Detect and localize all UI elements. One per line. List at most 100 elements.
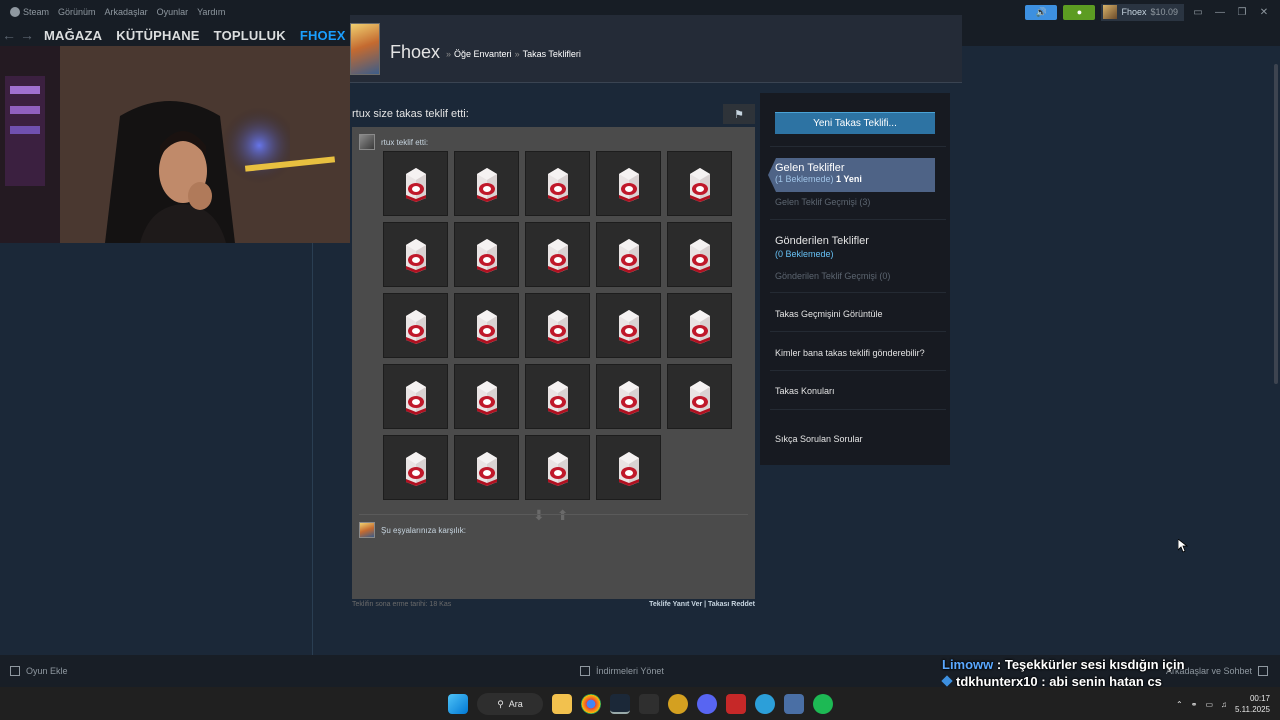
divider — [770, 370, 946, 371]
breadcrumb-inventory[interactable]: Öğe Envanteri — [454, 49, 512, 59]
manage-downloads-label: İndirmeleri Yönet — [596, 666, 664, 676]
windows-start-icon[interactable] — [448, 694, 468, 714]
app-icon[interactable] — [668, 694, 688, 714]
trade-item[interactable] — [596, 293, 661, 358]
spotify-icon[interactable] — [813, 694, 833, 714]
trade-item[interactable] — [525, 151, 590, 216]
trade-item[interactable] — [525, 435, 590, 500]
steam-icon[interactable] — [610, 694, 630, 714]
who-can-send-link[interactable]: Kimler bana takas teklifi gönderebilir? — [775, 348, 925, 358]
incoming-history-link[interactable]: Gelen Teklif Geçmişi (3) — [775, 197, 870, 207]
trade-item[interactable] — [596, 222, 661, 287]
announcement-button[interactable]: 🔊 — [1025, 4, 1058, 20]
offer-actions[interactable]: Teklife Yanıt Ver | Takası Reddet — [649, 601, 755, 608]
chrome-icon[interactable] — [581, 694, 601, 714]
add-game-button[interactable]: Oyun Ekle — [10, 666, 68, 676]
incoming-offers-tab[interactable]: Gelen Teklifler (1 Beklemede) 1 Yeni — [768, 158, 935, 192]
app-icon[interactable] — [726, 694, 746, 714]
trade-item[interactable] — [454, 364, 519, 429]
nav-store[interactable]: MAĞAZA — [44, 28, 102, 43]
trade-item[interactable] — [596, 151, 661, 216]
trade-item[interactable] — [454, 222, 519, 287]
volume-icon[interactable]: ♫ — [1221, 700, 1227, 709]
profile-avatar[interactable] — [350, 23, 380, 75]
epic-games-icon[interactable] — [639, 694, 659, 714]
trade-offer-box: rtux teklif etti: ⬇ ⬆ Şu eşyalarınıza ka… — [352, 127, 755, 599]
trade-item[interactable] — [596, 364, 661, 429]
taskbar-search[interactable]: ⚲ Ara — [477, 693, 543, 715]
case-item-icon — [689, 380, 710, 415]
download-icon — [580, 666, 590, 676]
profile-name[interactable]: Fhoex — [390, 42, 440, 63]
offer-expiry: Teklifin sona erme tarihi: 18 Kas — [352, 601, 452, 608]
nav-profile[interactable]: FHOEX — [300, 28, 346, 43]
report-button[interactable]: ⚑ — [723, 104, 755, 124]
microphone-icon[interactable]: ⚭ — [1191, 700, 1198, 709]
offerer-avatar[interactable] — [359, 134, 375, 150]
clock[interactable]: 00:17 5.11.2025 — [1235, 693, 1270, 715]
trade-item[interactable] — [454, 151, 519, 216]
maximize-icon[interactable]: ❐ — [1234, 7, 1250, 18]
case-item-icon — [618, 309, 639, 344]
nav-library[interactable]: KÜTÜPHANE — [116, 28, 199, 43]
trade-item[interactable] — [383, 151, 448, 216]
steam-menu[interactable]: Steam — [10, 7, 49, 18]
case-item-icon — [547, 309, 568, 344]
account-menu[interactable]: Fhoex $10.09 — [1101, 3, 1184, 21]
trade-item[interactable] — [383, 435, 448, 500]
big-picture-icon[interactable]: ▭ — [1190, 7, 1206, 18]
faq-link[interactable]: Sıkça Sorulan Sorular — [775, 434, 863, 444]
nav-community[interactable]: TOPLULUK — [214, 28, 286, 43]
incoming-pending: (1 Beklemede) — [775, 174, 834, 184]
chevron-up-icon[interactable]: ⌃ — [1176, 700, 1183, 709]
minimize-icon[interactable]: — — [1212, 7, 1228, 18]
games-menu[interactable]: Oyunlar — [157, 7, 189, 17]
trade-item[interactable] — [454, 293, 519, 358]
help-menu[interactable]: Yardım — [197, 7, 225, 17]
scrollbar[interactable] — [1274, 64, 1278, 384]
arrow-down-icon: ⬇ — [533, 507, 545, 523]
trade-item[interactable] — [525, 364, 590, 429]
trade-item[interactable] — [667, 222, 732, 287]
bell-icon: ● — [1076, 7, 1083, 17]
breadcrumb-trade-offers[interactable]: Takas Teklifleri — [523, 49, 581, 59]
offer-footer: Teklifin sona erme tarihi: 18 Kas Teklif… — [352, 601, 755, 611]
trade-topics-link[interactable]: Takas Konuları — [775, 386, 835, 396]
trade-item[interactable] — [525, 222, 590, 287]
view-trade-history-link[interactable]: Takas Geçmişini Görüntüle — [775, 309, 883, 319]
notifications-button[interactable]: ● — [1063, 4, 1096, 20]
chat-username: Limoww — [942, 657, 994, 672]
trade-item[interactable] — [454, 435, 519, 500]
case-item-icon — [547, 167, 568, 202]
webcam-overlay — [0, 46, 350, 243]
sent-offers-title[interactable]: Gönderilen Teklifler — [775, 235, 869, 247]
divider — [770, 219, 946, 220]
file-explorer-icon[interactable] — [552, 694, 572, 714]
friends-menu[interactable]: Arkadaşlar — [105, 7, 148, 17]
close-icon[interactable]: ✕ — [1256, 7, 1272, 18]
trade-item[interactable] — [383, 364, 448, 429]
forward-arrow-icon[interactable]: → — [18, 27, 36, 43]
case-item-icon — [618, 238, 639, 273]
discord-icon[interactable] — [697, 694, 717, 714]
sent-history-link[interactable]: Gönderilen Teklif Geçmişi (0) — [775, 271, 890, 281]
back-arrow-icon[interactable]: ← — [0, 27, 18, 43]
trade-item[interactable] — [667, 151, 732, 216]
trade-item[interactable] — [383, 293, 448, 358]
case-item-icon — [547, 380, 568, 415]
chat-message: Limoww : Teşekkürler sesi kısdığın için — [942, 656, 1202, 673]
trade-item[interactable] — [383, 222, 448, 287]
new-trade-offer-button[interactable]: Yeni Takas Teklifi... — [775, 112, 935, 134]
trade-item[interactable] — [667, 364, 732, 429]
trade-item[interactable] — [596, 435, 661, 500]
trade-item[interactable] — [525, 293, 590, 358]
app-icon[interactable] — [755, 694, 775, 714]
trade-item[interactable] — [667, 293, 732, 358]
display-icon[interactable]: ▭ — [1205, 700, 1213, 709]
swap-arrows: ⬇ ⬆ — [533, 507, 568, 524]
app-icon[interactable] — [784, 694, 804, 714]
return-row: Şu eşyalarınıza karşılık: — [359, 522, 466, 538]
manage-downloads-button[interactable]: İndirmeleri Yönet — [580, 666, 664, 676]
own-avatar[interactable] — [359, 522, 375, 538]
view-menu[interactable]: Görünüm — [58, 7, 96, 17]
